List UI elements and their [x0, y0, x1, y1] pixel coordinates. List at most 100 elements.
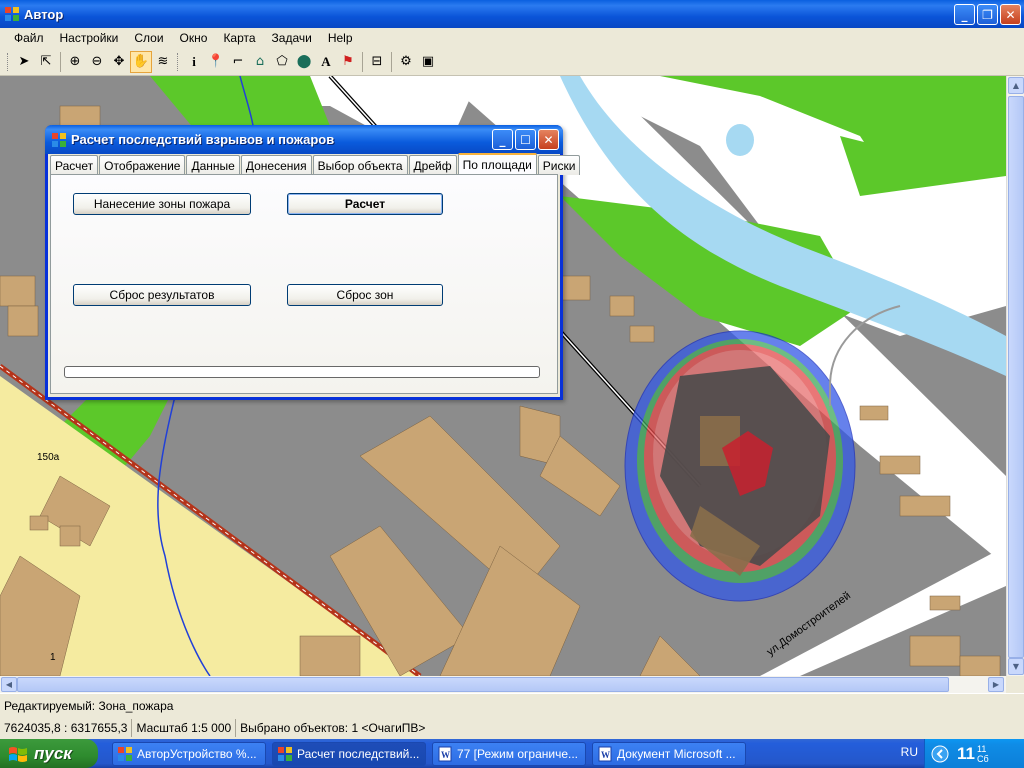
taskbar: пуск АвторУстройство %... Расчет последс… — [0, 739, 1024, 768]
scroll-up-icon[interactable]: ▲ — [1008, 77, 1024, 94]
polygon-icon[interactable]: ⬠ — [271, 51, 293, 73]
menu-bar: Файл Настройки Слои Окно Карта Задачи He… — [0, 28, 1024, 48]
menu-map[interactable]: Карта — [215, 31, 263, 45]
info-icon[interactable]: i — [183, 51, 205, 73]
close-icon: ✕ — [1005, 7, 1016, 22]
tab-risks[interactable]: Риски — [537, 155, 581, 175]
zoom-in-icon[interactable]: ⊕ — [64, 51, 86, 73]
svg-text:W: W — [601, 750, 610, 760]
windows-flag-icon — [9, 746, 27, 762]
start-button[interactable]: пуск — [0, 739, 98, 768]
zoom-out-icon[interactable]: ⊖ — [86, 51, 108, 73]
hand-pan-icon[interactable]: ✋ — [130, 50, 152, 73]
toolbar-grip[interactable] — [7, 52, 10, 71]
image-icon[interactable]: ▣ — [417, 51, 439, 73]
close-button[interactable]: ✕ — [1000, 4, 1021, 25]
close-icon: ✕ — [543, 132, 554, 147]
layers-icon[interactable]: ≋ — [152, 51, 174, 73]
calculate-button[interactable]: Расчет — [287, 193, 443, 215]
coords-readout: 7624035,8 : 6317655,3 — [0, 719, 133, 737]
tab-calculation[interactable]: Расчет — [50, 155, 99, 175]
task-label: Документ Microsoft ... — [617, 746, 736, 761]
text-icon[interactable]: A — [315, 51, 337, 73]
selection-readout: Выбрано объектов: 1 <ОчагиПВ> — [240, 721, 426, 735]
minimize-icon: _ — [499, 132, 506, 147]
scroll-right-icon[interactable]: ▶ — [988, 677, 1004, 692]
task-calculation[interactable]: Расчет последствий... — [272, 741, 426, 766]
horizontal-scrollbar[interactable]: ◀ ▶ — [0, 676, 1006, 693]
menu-tasks[interactable]: Задачи — [264, 31, 320, 45]
house-icon[interactable]: ⌂ — [249, 51, 271, 73]
tab-panel-by-area: Нанесение зоны пожара Расчет Сброс резул… — [50, 174, 558, 394]
tab-reports[interactable]: Донесения — [240, 155, 312, 175]
reset-zones-button[interactable]: Сброс зон — [287, 284, 443, 306]
dialog-minimize-button[interactable]: _ — [492, 129, 513, 150]
tray-arrow-icon[interactable] — [931, 745, 949, 763]
tab-drift[interactable]: Дрейф — [408, 155, 457, 175]
task-word-restricted[interactable]: W 77 [Режим ограниче... — [432, 741, 586, 766]
maximize-icon: ☐ — [520, 132, 531, 147]
map-label-150a: 150а — [37, 452, 60, 463]
pin-icon[interactable]: 📍 — [205, 51, 227, 73]
reset-results-button[interactable]: Сброс результатов — [73, 284, 251, 306]
word-document-icon: W — [598, 746, 612, 761]
menu-window[interactable]: Окно — [172, 31, 216, 45]
clock-hour[interactable]: 11 — [957, 744, 975, 764]
tab-object-select[interactable]: Выбор объекта — [312, 155, 408, 175]
scale-readout: Масштаб 1:5 000 — [132, 719, 237, 737]
restore-button[interactable]: ❐ — [977, 4, 998, 25]
properties-icon[interactable]: ⚙ — [395, 51, 417, 73]
polyline-icon[interactable]: ⌐ — [227, 51, 249, 73]
menu-file[interactable]: Файл — [6, 31, 52, 45]
dialog-titlebar[interactable]: Расчет последствий взрывов и пожаров _ ☐… — [45, 125, 563, 154]
vertical-scrollbar[interactable]: ▲ ▼ — [1006, 76, 1024, 676]
progress-bar — [64, 366, 540, 378]
language-indicator[interactable]: RU — [901, 745, 918, 759]
minimize-icon: _ — [961, 7, 968, 22]
scroll-down-icon[interactable]: ▼ — [1008, 658, 1024, 675]
ellipse-icon[interactable]: ⬤ — [293, 51, 315, 73]
main-titlebar[interactable]: Автор _ ❐ ✕ — [0, 0, 1024, 28]
menu-help[interactable]: Help — [320, 31, 361, 45]
map-label-1: 1 — [50, 652, 56, 663]
calculation-dialog: Расчет последствий взрывов и пожаров _ ☐… — [45, 125, 581, 400]
word-document-icon: W — [438, 746, 452, 761]
pan-arrows-icon[interactable]: ✥ — [108, 51, 130, 73]
svg-text:W: W — [441, 750, 450, 760]
editable-layer-text: Редактируемый: Зона_пожара — [4, 698, 174, 713]
restore-icon: ❐ — [982, 7, 993, 22]
status-bar: 7624035,8 : 6317655,3 Масштаб 1:5 000 Вы… — [0, 717, 1024, 739]
app-icon — [118, 746, 132, 761]
minimize-button[interactable]: _ — [954, 4, 975, 25]
app-icon — [52, 132, 66, 147]
tab-display[interactable]: Отображение — [99, 155, 186, 175]
task-avtor[interactable]: АвторУстройство %... — [112, 741, 266, 766]
app-icon — [278, 746, 292, 761]
select-arrow-icon[interactable]: ➤ — [13, 51, 35, 73]
task-label: АвторУстройство %... — [137, 746, 257, 761]
task-label: Расчет последствий... — [297, 746, 420, 761]
dialog-close-button[interactable]: ✕ — [538, 129, 559, 150]
flag-icon[interactable]: ⚑ — [337, 51, 359, 73]
tab-data[interactable]: Данные — [186, 155, 240, 175]
task-label: 77 [Режим ограниче... — [457, 746, 579, 761]
menu-settings[interactable]: Настройки — [52, 31, 127, 45]
dialog-maximize-button[interactable]: ☐ — [515, 129, 536, 150]
clock-day: Сб — [976, 753, 989, 764]
vertical-scroll-thumb[interactable] — [1008, 96, 1024, 658]
app-icon — [5, 7, 19, 21]
task-word-document[interactable]: W Документ Microsoft ... — [592, 741, 746, 766]
app-title: Автор — [24, 6, 64, 22]
system-tray: 11 11 Сб — [924, 739, 1024, 768]
scroll-left-icon[interactable]: ◀ — [1, 677, 17, 692]
tab-by-area[interactable]: По площади — [457, 153, 537, 175]
start-label: пуск — [34, 743, 72, 763]
dialog-title: Расчет последствий взрывов и пожаров — [71, 132, 335, 147]
menu-layers[interactable]: Слои — [126, 31, 171, 45]
toolbar: ➤ ⇱ ⊕ ⊖ ✥ ✋ ≋ i 📍 ⌐ ⌂ ⬠ ⬤ A ⚑ ⊟ ⚙ ▣ — [0, 48, 1024, 76]
draw-fire-zone-button[interactable]: Нанесение зоны пожара — [73, 193, 251, 215]
select-node-icon[interactable]: ⇱ — [35, 51, 57, 73]
dialog-tabs: Расчет Отображение Данные Донесения Выбо… — [50, 153, 581, 175]
horizontal-scroll-thumb[interactable] — [17, 677, 949, 692]
measure-icon[interactable]: ⊟ — [366, 51, 388, 73]
